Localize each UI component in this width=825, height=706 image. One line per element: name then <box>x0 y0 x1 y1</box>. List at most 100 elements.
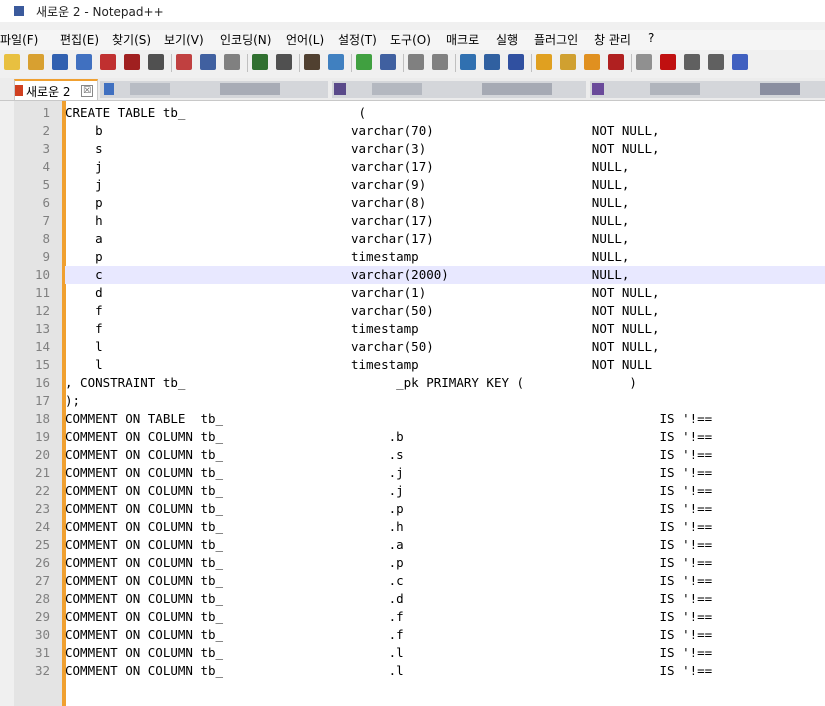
run-macro-icon[interactable] <box>708 54 724 70</box>
line-number: 13 <box>34 321 50 336</box>
code-line[interactable]: f timestamp NOT NULL, <box>65 320 825 338</box>
undo-icon[interactable] <box>252 54 268 70</box>
code-line[interactable]: b varchar(70) NOT NULL, <box>65 122 825 140</box>
menu-3[interactable]: 보기(V) <box>164 31 204 48</box>
close-all-icon[interactable] <box>124 54 140 70</box>
close-icon[interactable] <box>100 54 116 70</box>
line-number: 11 <box>34 285 50 300</box>
line-number: 27 <box>34 573 50 588</box>
show-all-chars-icon[interactable] <box>484 54 500 70</box>
line-number: 18 <box>34 411 50 426</box>
line-number: 20 <box>34 447 50 462</box>
code-line[interactable]: l timestamp NOT NULL <box>65 356 825 374</box>
menu-8[interactable]: 매크로 <box>446 31 479 48</box>
find-icon[interactable] <box>304 54 320 70</box>
code-line[interactable]: COMMENT ON COLUMN tb_ .p IS '!== <box>65 500 825 518</box>
code-line[interactable]: j varchar(9) NULL, <box>65 176 825 194</box>
line-number: 30 <box>34 627 50 642</box>
copy-icon[interactable] <box>200 54 216 70</box>
sync-h-icon[interactable] <box>432 54 448 70</box>
code-line[interactable]: COMMENT ON COLUMN tb_ .f IS '!== <box>65 608 825 626</box>
line-number: 28 <box>34 591 50 606</box>
play-macro-icon[interactable] <box>684 54 700 70</box>
print-icon[interactable] <box>148 54 164 70</box>
line-number: 3 <box>42 141 50 156</box>
close-tab-icon[interactable]: ☒ <box>81 85 93 97</box>
code-line[interactable]: COMMENT ON COLUMN tb_ .d IS '!== <box>65 590 825 608</box>
save-icon[interactable] <box>52 54 68 70</box>
code-line[interactable]: p timestamp NULL, <box>65 248 825 266</box>
menu-7[interactable]: 도구(O) <box>390 31 431 48</box>
monitor-icon[interactable] <box>608 54 624 70</box>
open-icon[interactable] <box>28 54 44 70</box>
new-file-icon[interactable] <box>4 54 20 70</box>
code-line[interactable]: j varchar(17) NULL, <box>65 158 825 176</box>
menu-6[interactable]: 설정(T) <box>338 31 377 48</box>
tab-redacted-3[interactable] <box>590 81 825 98</box>
code-line[interactable]: COMMENT ON COLUMN tb_ .f IS '!== <box>65 626 825 644</box>
code-line[interactable]: COMMENT ON COLUMN tb_ .a IS '!== <box>65 536 825 554</box>
sync-v-icon[interactable] <box>408 54 424 70</box>
code-line[interactable]: COMMENT ON TABLE tb_ IS '!== <box>65 410 825 428</box>
code-line[interactable]: COMMENT ON COLUMN tb_ .p IS '!== <box>65 554 825 572</box>
code-line[interactable]: f varchar(50) NOT NULL, <box>65 302 825 320</box>
menu-12[interactable]: ? <box>648 31 654 45</box>
code-line[interactable]: l varchar(50) NOT NULL, <box>65 338 825 356</box>
code-line[interactable]: p varchar(8) NULL, <box>65 194 825 212</box>
line-number: 5 <box>42 177 50 192</box>
code-line[interactable]: COMMENT ON COLUMN tb_ .l IS '!== <box>65 644 825 662</box>
save-macro-icon[interactable] <box>732 54 748 70</box>
menu-0[interactable]: 파일(F) <box>0 31 38 48</box>
code-line[interactable]: COMMENT ON COLUMN tb_ .h IS '!== <box>65 518 825 536</box>
line-number: 23 <box>34 501 50 516</box>
menu-1[interactable]: 편집(E) <box>60 31 99 48</box>
line-number: 8 <box>42 231 50 246</box>
tab-redacted-2[interactable] <box>332 81 586 98</box>
code-line[interactable]: s varchar(3) NOT NULL, <box>65 140 825 158</box>
line-number: 19 <box>34 429 50 444</box>
paste-icon[interactable] <box>224 54 240 70</box>
doc-map-icon[interactable] <box>536 54 552 70</box>
tab-bar: 새로운 2 ☒ <box>0 78 825 101</box>
code-line[interactable]: COMMENT ON COLUMN tb_ .j IS '!== <box>65 482 825 500</box>
text-editor[interactable]: 1 CREATE TABLE tb_ (2 b varchar(70) NOT N… <box>14 101 825 706</box>
save-all-icon[interactable] <box>76 54 92 70</box>
zoom-in-icon[interactable] <box>356 54 372 70</box>
tab-redacted-1[interactable] <box>100 81 328 98</box>
code-line[interactable]: COMMENT ON COLUMN tb_ .c IS '!== <box>65 572 825 590</box>
line-number: 12 <box>34 303 50 318</box>
code-line[interactable]: h varchar(17) NULL, <box>65 212 825 230</box>
tab-new-2[interactable]: 새로운 2 ☒ <box>14 79 98 100</box>
window-title: 새로운 2 - Notepad++ <box>36 5 164 19</box>
line-number: 26 <box>34 555 50 570</box>
code-line[interactable]: a varchar(17) NULL, <box>65 230 825 248</box>
stop-macro-icon[interactable] <box>660 54 676 70</box>
code-line[interactable]: COMMENT ON COLUMN tb_ .l IS '!== <box>65 662 825 680</box>
code-line[interactable]: COMMENT ON COLUMN tb_ .j IS '!== <box>65 464 825 482</box>
cut-icon[interactable] <box>176 54 192 70</box>
indent-guide-icon[interactable] <box>508 54 524 70</box>
menu-9[interactable]: 실행 <box>496 31 518 48</box>
code-line[interactable]: d varchar(1) NOT NULL, <box>65 284 825 302</box>
code-line[interactable]: c varchar(2000) NULL, <box>65 266 825 284</box>
record-macro-icon[interactable] <box>636 54 652 70</box>
line-number: 1 <box>42 105 50 120</box>
line-number: 6 <box>42 195 50 210</box>
code-line[interactable]: ); <box>65 392 825 410</box>
redo-icon[interactable] <box>276 54 292 70</box>
function-list-icon[interactable] <box>560 54 576 70</box>
code-line[interactable]: COMMENT ON COLUMN tb_ .b IS '!== <box>65 428 825 446</box>
line-number: 21 <box>34 465 50 480</box>
menu-10[interactable]: 플러그인 <box>534 31 578 48</box>
menu-2[interactable]: 찾기(S) <box>112 31 151 48</box>
menu-5[interactable]: 언어(L) <box>286 31 324 48</box>
menu-4[interactable]: 인코딩(N) <box>220 31 271 48</box>
code-line[interactable]: , CONSTRAINT tb_ _pk PRIMARY KEY ( ) <box>65 374 825 392</box>
wrap-icon[interactable] <box>460 54 476 70</box>
folder-workspace-icon[interactable] <box>584 54 600 70</box>
replace-icon[interactable] <box>328 54 344 70</box>
zoom-out-icon[interactable] <box>380 54 396 70</box>
code-line[interactable]: CREATE TABLE tb_ ( <box>65 104 825 122</box>
code-line[interactable]: COMMENT ON COLUMN tb_ .s IS '!== <box>65 446 825 464</box>
menu-11[interactable]: 창 관리 <box>594 31 631 48</box>
